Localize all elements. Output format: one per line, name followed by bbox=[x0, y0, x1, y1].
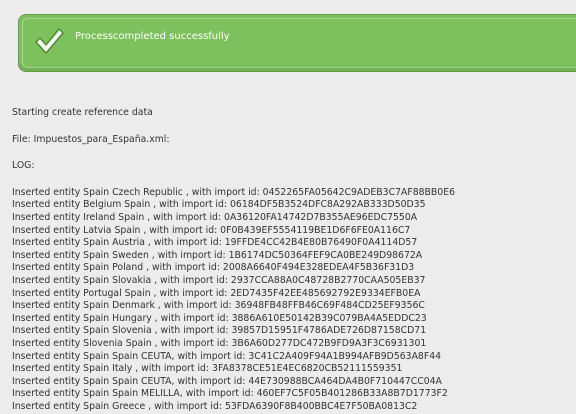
log-line: Inserted entity Latvia Spain , with impo… bbox=[12, 224, 411, 236]
log-line: Inserted entity Spain Austria , with imp… bbox=[12, 237, 418, 249]
log-line: Inserted entity Spain Slovakia , with im… bbox=[12, 274, 426, 286]
log-line: Inserted entity Spain Spain MELILLA, wit… bbox=[12, 388, 448, 400]
log-line: Inserted entity Slovenia Spain , with im… bbox=[12, 337, 427, 349]
log-line: Inserted entity Spain Poland , with impo… bbox=[12, 262, 415, 274]
log-label: LOG: bbox=[12, 160, 35, 172]
result-log: Starting create reference data File: Imp… bbox=[12, 107, 576, 413]
log-line: Inserted entity Spain Hungary , with imp… bbox=[12, 312, 427, 324]
log-lines: Inserted entity Spain Czech Republic , w… bbox=[12, 187, 576, 414]
success-banner: Processcompleted successfully bbox=[18, 14, 576, 72]
log-line: Inserted entity Spain Italy , with impor… bbox=[12, 363, 403, 375]
log-line: Inserted entity Spain Czech Republic , w… bbox=[12, 186, 455, 198]
file-line: File: Impuestos_para_España.xml: bbox=[12, 133, 170, 145]
log-line: Inserted entity Portugal Spain , with im… bbox=[12, 287, 421, 299]
log-line: Inserted entity Ireland Spain , with imp… bbox=[12, 211, 418, 223]
log-line: Inserted entity Belgium Spain , with imp… bbox=[12, 199, 426, 211]
log-line: Inserted entity Spain Sweden , with impo… bbox=[12, 249, 423, 261]
log-line: Inserted entity Spain Greece , with impo… bbox=[12, 400, 418, 412]
check-icon bbox=[35, 28, 64, 54]
log-line: Inserted entity Spain Slovenia , with im… bbox=[12, 325, 427, 337]
log-line: Inserted entity Spain Spain CEUTA, with … bbox=[12, 350, 442, 362]
success-message: Processcompleted successfully bbox=[75, 31, 230, 42]
log-line: Inserted entity Spain Denmark , with imp… bbox=[12, 300, 425, 312]
log-heading: Starting create reference data bbox=[12, 107, 153, 118]
success-banner-inner bbox=[22, 18, 576, 68]
log-line: Inserted entity Spain Spain CEUTA, with … bbox=[12, 375, 442, 387]
